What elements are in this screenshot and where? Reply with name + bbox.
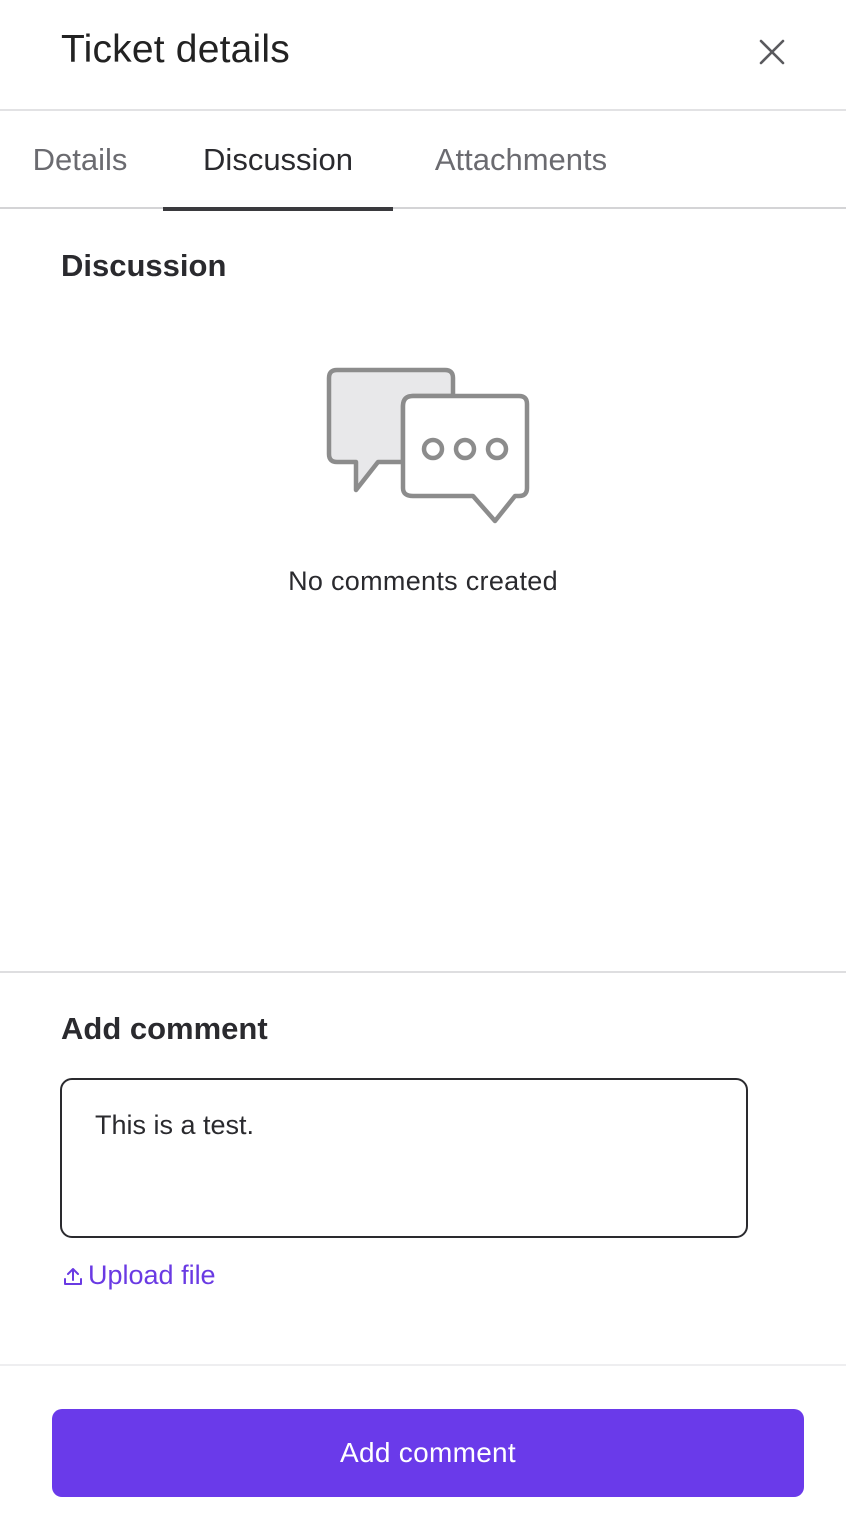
chat-bubbles-icon [326, 367, 530, 524]
panel-title: Ticket details [61, 28, 290, 71]
empty-state-message: No comments created [288, 566, 558, 596]
section-divider [0, 971, 846, 973]
close-icon [759, 39, 785, 65]
tab-discussion[interactable]: Discussion [163, 111, 393, 211]
upload-file-link[interactable]: Upload file [62, 1260, 216, 1291]
add-comment-heading: Add comment [61, 1011, 268, 1046]
upload-file-label: Upload file [88, 1260, 216, 1290]
upload-icon [64, 1267, 82, 1285]
discussion-heading: Discussion [61, 248, 227, 283]
comment-textarea[interactable]: This is a test. [60, 1078, 748, 1238]
close-button[interactable] [752, 32, 792, 72]
ticket-details-panel: Ticket details Details Discussion Attach… [0, 0, 846, 1514]
tab-attachments[interactable]: Attachments [405, 111, 637, 209]
panel-footer: Add comment [0, 1364, 846, 1514]
tab-details[interactable]: Details [0, 111, 160, 209]
panel-header: Ticket details [0, 0, 846, 111]
tab-bar: Details Discussion Attachments [0, 111, 846, 211]
add-comment-button[interactable]: Add comment [52, 1409, 804, 1497]
